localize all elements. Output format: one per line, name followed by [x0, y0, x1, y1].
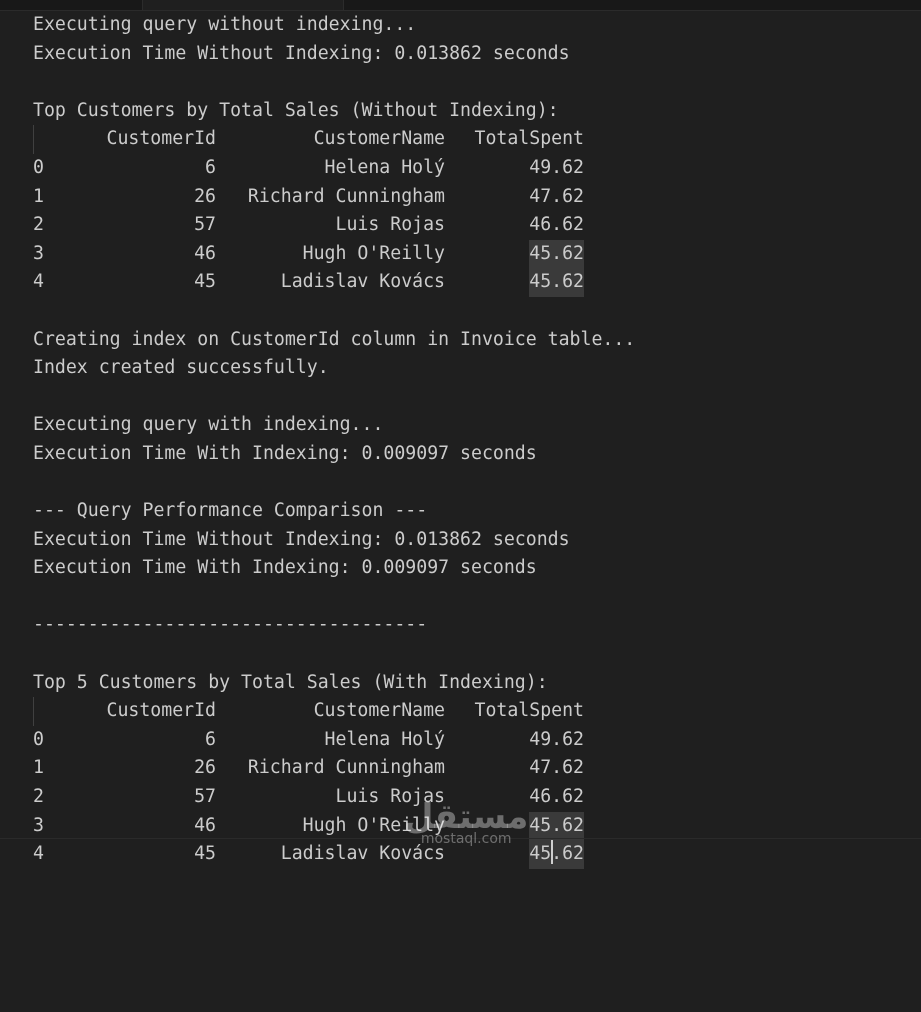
output-line: Executing query without indexing...	[33, 14, 417, 35]
customer-name: Helena Holý	[324, 728, 445, 750]
output-line: Execution Time Without Indexing: 0.01386…	[33, 528, 570, 550]
row-index: 1	[33, 757, 44, 779]
table-row: 1 26 Richard Cunningham 47.62	[33, 183, 913, 212]
table-row: 2 57 Luis Rojas 46.62	[33, 783, 913, 812]
output-line: Execution Time With Indexing: 0.009097 s…	[33, 557, 537, 579]
row-index: 2	[33, 786, 44, 808]
comparison-title: --- Query Performance Comparison ---	[33, 500, 428, 522]
row-index: 3	[33, 242, 44, 264]
header-total-spent: TotalSpent	[474, 700, 585, 722]
output-line: Index created successfully.	[33, 357, 329, 379]
customer-name: Hugh O'Reilly	[302, 242, 445, 264]
row-index: 4	[33, 271, 44, 293]
customer-id: 45	[194, 271, 216, 293]
total-spent: 47.62	[529, 757, 584, 779]
row-index: 3	[33, 814, 44, 836]
row-index: 4	[33, 843, 44, 865]
active-tab[interactable]	[142, 0, 344, 10]
total-spent: 46.62	[529, 786, 584, 808]
table-row: 4 45 Ladislav Kovács 45.62	[33, 268, 913, 297]
customer-name: Luis Rojas	[335, 786, 446, 808]
total-spent: 49.62	[529, 156, 584, 178]
indent-guide	[33, 125, 34, 154]
indent-guide	[33, 697, 34, 726]
terminal-output: Executing query without indexing... Exec…	[33, 11, 913, 869]
customer-name: Richard Cunningham	[247, 185, 445, 207]
table-row: 1 26 Richard Cunningham 47.62	[33, 754, 913, 783]
row-index: 0	[33, 728, 44, 750]
panel-divider	[0, 838, 921, 839]
table-header-row: CustomerId CustomerName TotalSpent	[33, 125, 913, 154]
total-spent: 46.62	[529, 214, 584, 236]
table-row: 2 57 Luis Rojas 46.62	[33, 211, 913, 240]
customer-id: 57	[194, 214, 216, 236]
output-line: Execution Time Without Indexing: 0.01386…	[33, 42, 570, 64]
table-row: 0 6 Helena Holý 49.62	[33, 726, 913, 755]
customer-id: 46	[194, 242, 216, 264]
output-line: Executing query with indexing...	[33, 414, 384, 436]
table-title: Top Customers by Total Sales (Without In…	[33, 99, 559, 121]
row-index: 0	[33, 156, 44, 178]
table-row: 4 45 Ladislav Kovács 45.62	[33, 840, 913, 869]
table-row: 3 46 Hugh O'Reilly 45.62	[33, 811, 913, 841]
customer-id: 6	[205, 728, 216, 750]
editor-tab-bar	[0, 0, 921, 11]
customer-name: Richard Cunningham	[247, 757, 445, 779]
customer-id: 57	[194, 786, 216, 808]
customer-name: Hugh O'Reilly	[302, 814, 445, 836]
separator-line: ------------------------------------	[33, 614, 428, 636]
output-line: Execution Time With Indexing: 0.009097 s…	[33, 442, 537, 464]
customer-name: Luis Rojas	[335, 214, 446, 236]
total-spent: 45.62	[529, 239, 584, 269]
customer-name: Ladislav Kovács	[280, 271, 445, 293]
total-spent: 49.62	[529, 728, 584, 750]
total-spent: 47.62	[529, 185, 584, 207]
table-header-row: CustomerId CustomerName TotalSpent	[33, 697, 913, 726]
row-index: 1	[33, 185, 44, 207]
total-spent: 45.62	[529, 811, 584, 841]
total-spent: 45.62	[529, 268, 584, 297]
header-customer-id: CustomerId	[106, 700, 217, 722]
total-spent: 45.62	[529, 840, 584, 869]
header-customer-id: CustomerId	[106, 128, 217, 150]
table-title: Top 5 Customers by Total Sales (With Ind…	[33, 671, 548, 693]
customer-name: Ladislav Kovács	[280, 843, 445, 865]
table-row: 3 46 Hugh O'Reilly 45.62	[33, 239, 913, 269]
text-cursor	[551, 840, 553, 864]
customer-id: 46	[194, 814, 216, 836]
output-line: Creating index on CustomerId column in I…	[33, 328, 636, 350]
customer-id: 6	[205, 156, 216, 178]
header-customer-name: CustomerName	[313, 700, 445, 722]
table-row: 0 6 Helena Holý 49.62	[33, 154, 913, 183]
row-index: 2	[33, 214, 44, 236]
customer-name: Helena Holý	[324, 156, 445, 178]
header-customer-name: CustomerName	[313, 128, 445, 150]
customer-id: 26	[194, 185, 216, 207]
header-total-spent: TotalSpent	[474, 128, 585, 150]
customer-id: 26	[194, 757, 216, 779]
customer-id: 45	[194, 843, 216, 865]
